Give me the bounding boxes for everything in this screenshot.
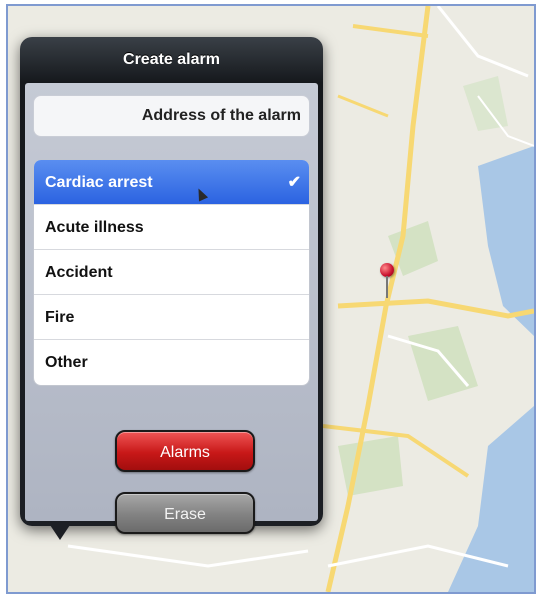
alarm-type-item-acute-illness[interactable]: Acute illness: [34, 205, 309, 250]
map-pin-head: [380, 263, 394, 277]
alarm-type-label: Cardiac arrest: [45, 174, 153, 191]
alarm-type-label: Acute illness: [45, 219, 144, 236]
map-pin-needle: [386, 276, 388, 298]
alarm-type-item-cardiac-arrest[interactable]: Cardiac arrest ✔: [34, 160, 309, 205]
popover-content: Address of the alarm Cardiac arrest ✔ Ac…: [25, 83, 318, 534]
map-pin-icon[interactable]: [380, 263, 398, 303]
checkmark-icon: ✔: [287, 174, 301, 191]
erase-button[interactable]: Erase: [115, 492, 255, 534]
alarm-type-item-accident[interactable]: Accident: [34, 250, 309, 295]
alarm-type-item-other[interactable]: Other: [34, 340, 309, 385]
create-alarm-popover: Create alarm Address of the alarm Cardia…: [20, 37, 323, 540]
alarm-address-field[interactable]: Address of the alarm: [33, 95, 310, 137]
alarm-type-item-fire[interactable]: Fire: [34, 295, 309, 340]
alarm-type-label: Accident: [45, 264, 113, 281]
alarm-type-list: Cardiac arrest ✔ Acute illness Accident …: [33, 159, 310, 386]
alarm-type-label: Fire: [45, 309, 75, 326]
alarm-type-label: Other: [45, 354, 88, 371]
alarms-button[interactable]: Alarms: [115, 430, 255, 472]
app-frame: Create alarm Address of the alarm Cardia…: [6, 4, 536, 594]
popover-title: Create alarm: [123, 51, 220, 68]
popover-pointer: [48, 522, 72, 540]
